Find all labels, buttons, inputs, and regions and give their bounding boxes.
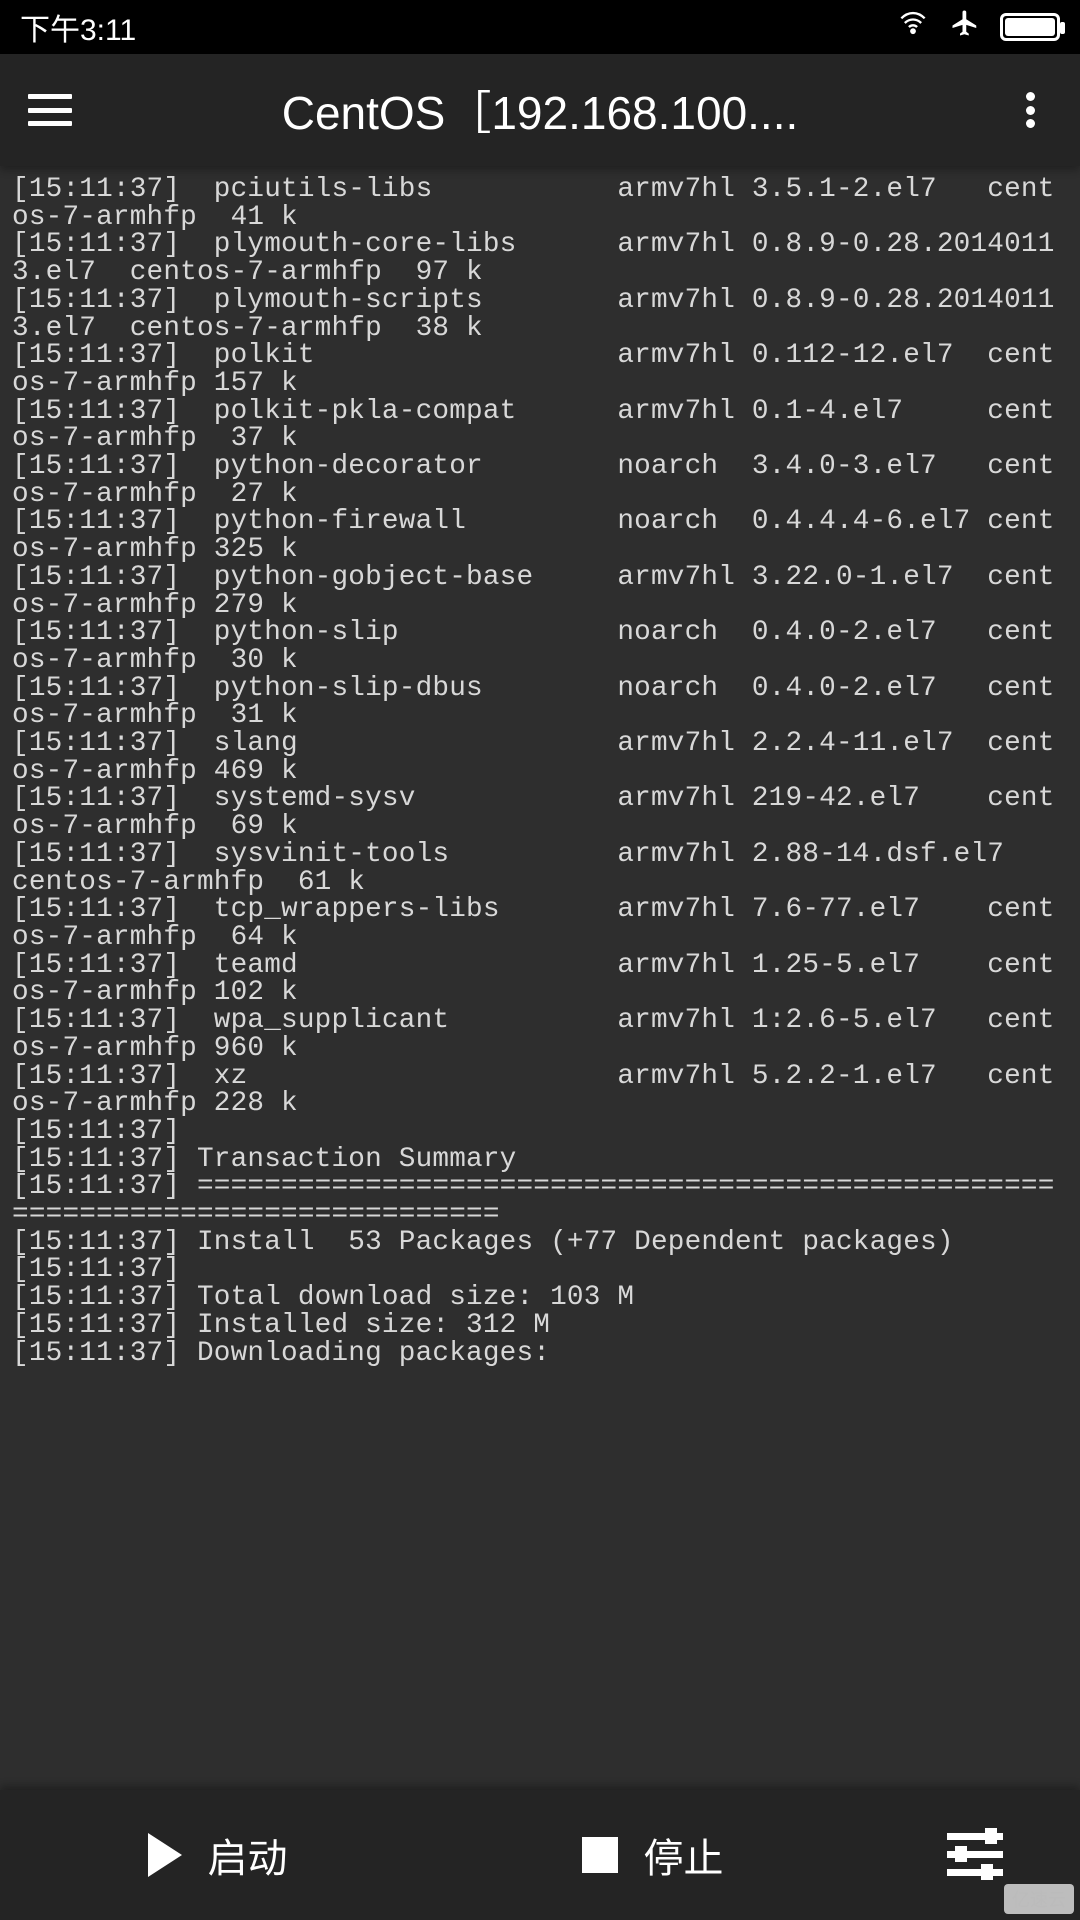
- stop-button[interactable]: 停止: [435, 1790, 870, 1920]
- terminal-line: [15:11:37]: [12, 1256, 1068, 1284]
- terminal-line: [15:11:37] python-slip noarch 0.4.0-2.el…: [12, 619, 1068, 674]
- terminal-line: [15:11:37] plymouth-core-libs armv7hl 0.…: [12, 231, 1068, 286]
- terminal-line: [15:11:37] plymouth-scripts armv7hl 0.8.…: [12, 287, 1068, 342]
- terminal-line: [15:11:37] sysvinit-tools armv7hl 2.88-1…: [12, 841, 1068, 896]
- terminal-line: [15:11:37]: [12, 1118, 1068, 1146]
- start-button[interactable]: 启动: [0, 1790, 435, 1920]
- terminal-line: [15:11:37] slang armv7hl 2.2.4-11.el7 ce…: [12, 730, 1068, 785]
- battery-icon: [1000, 13, 1060, 41]
- terminal-output[interactable]: [15:11:37] pciutils-libs armv7hl 3.5.1-2…: [0, 166, 1080, 1367]
- status-icons: [896, 8, 1060, 46]
- play-icon: [148, 1833, 182, 1877]
- stop-icon: [582, 1837, 618, 1873]
- stop-label: 停止: [644, 1826, 724, 1884]
- terminal-line: [15:11:37] teamd armv7hl 1.25-5.el7 cent…: [12, 952, 1068, 1007]
- terminal-line: [15:11:37] wpa_supplicant armv7hl 1:2.6-…: [12, 1007, 1068, 1062]
- airplane-icon: [948, 8, 982, 46]
- app-bar: CentOS［192.168.100....: [0, 54, 1080, 166]
- terminal-line: [15:11:37] =============================…: [12, 1173, 1068, 1228]
- terminal-line: [15:11:37] Transaction Summary: [12, 1146, 1068, 1174]
- terminal-line: [15:11:37] tcp_wrappers-libs armv7hl 7.6…: [12, 896, 1068, 951]
- watermark: 亿速云: [1004, 1884, 1074, 1914]
- terminal-line: [15:11:37] Total download size: 103 M: [12, 1284, 1068, 1312]
- clock: 下午3:11: [20, 5, 136, 49]
- wifi-icon: [896, 9, 930, 45]
- more-icon[interactable]: [1008, 88, 1052, 132]
- terminal-line: [15:11:37] Installed size: 312 M: [12, 1312, 1068, 1340]
- terminal-line: [15:11:37] Install 53 Packages (+77 Depe…: [12, 1229, 1068, 1257]
- bottom-bar: 启动 停止: [0, 1790, 1080, 1920]
- terminal-line: [15:11:37] polkit armv7hl 0.112-12.el7 c…: [12, 342, 1068, 397]
- page-title: CentOS［192.168.100....: [72, 77, 1008, 143]
- terminal-line: [15:11:37] python-slip-dbus noarch 0.4.0…: [12, 675, 1068, 730]
- status-bar: 下午3:11: [0, 0, 1080, 54]
- terminal-line: [15:11:37] systemd-sysv armv7hl 219-42.e…: [12, 785, 1068, 840]
- terminal-line: [15:11:37] python-gobject-base armv7hl 3…: [12, 564, 1068, 619]
- terminal-line: [15:11:37] Downloading packages:: [12, 1340, 1068, 1368]
- terminal-line: [15:11:37] python-decorator noarch 3.4.0…: [12, 453, 1068, 508]
- terminal-line: [15:11:37] xz armv7hl 5.2.2-1.el7 centos…: [12, 1063, 1068, 1118]
- sliders-icon: [947, 1829, 1003, 1881]
- start-label: 启动: [208, 1826, 288, 1884]
- menu-icon[interactable]: [28, 88, 72, 132]
- terminal-line: [15:11:37] python-firewall noarch 0.4.4.…: [12, 508, 1068, 563]
- terminal-line: [15:11:37] pciutils-libs armv7hl 3.5.1-2…: [12, 176, 1068, 231]
- terminal-line: [15:11:37] polkit-pkla-compat armv7hl 0.…: [12, 398, 1068, 453]
